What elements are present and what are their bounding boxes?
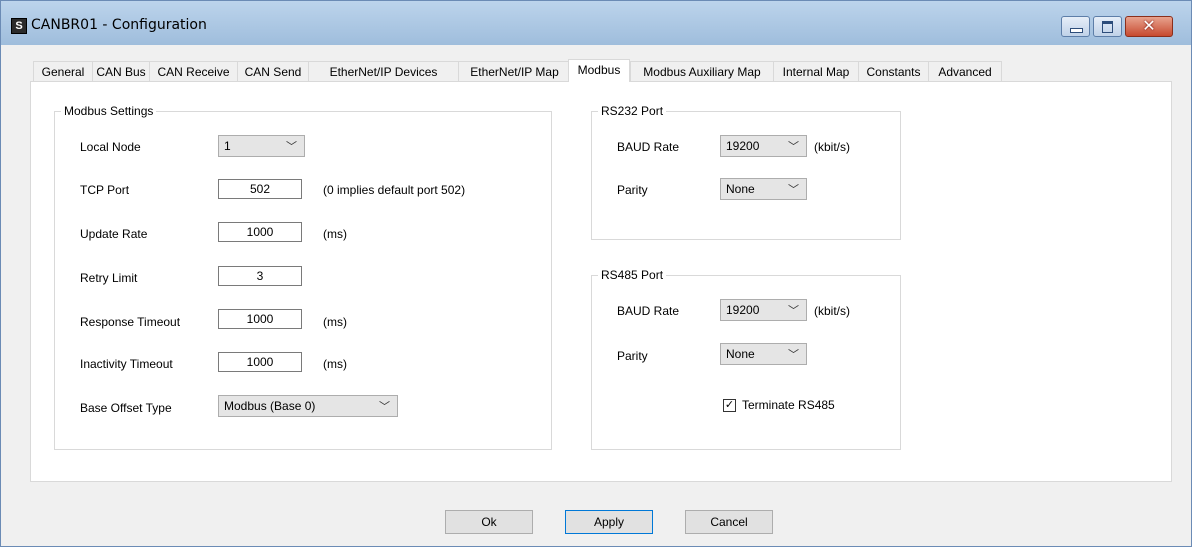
rs485-baud-select[interactable]: 19200 ﹀ xyxy=(720,299,807,321)
modbus-tab-panel: Modbus Settings Local Node 1 ﹀ TCP Port … xyxy=(30,81,1172,482)
maximize-icon xyxy=(1102,21,1113,33)
tab-can-send[interactable]: CAN Send xyxy=(237,61,309,81)
tab-general[interactable]: General xyxy=(33,61,93,81)
modbus-settings-title: Modbus Settings xyxy=(61,104,157,118)
rs232-port-title: RS232 Port xyxy=(598,104,667,118)
retry-limit-label: Retry Limit xyxy=(80,271,138,285)
update-rate-input[interactable]: 1000 xyxy=(218,222,302,242)
terminate-rs485-checkbox[interactable]: ✓ xyxy=(723,399,736,412)
local-node-select[interactable]: 1 ﹀ xyxy=(218,135,305,157)
rs485-baud-unit: (kbit/s) xyxy=(814,304,850,318)
apply-button[interactable]: Apply xyxy=(565,510,653,534)
tab-constants[interactable]: Constants xyxy=(858,61,929,81)
chevron-down-icon: ﹀ xyxy=(788,305,799,317)
tab-advanced[interactable]: Advanced xyxy=(928,61,1002,81)
window-title: CANBR01 - Configuration xyxy=(31,17,207,33)
tab-ethernet-ip-devices[interactable]: EtherNet/IP Devices xyxy=(308,61,459,81)
rs232-baud-select[interactable]: 19200 ﹀ xyxy=(720,135,807,157)
rs485-parity-select[interactable]: None ﹀ xyxy=(720,343,807,365)
tab-internal-map[interactable]: Internal Map xyxy=(773,61,859,81)
base-offset-type-label: Base Offset Type xyxy=(80,401,172,415)
tab-can-receive[interactable]: CAN Receive xyxy=(149,61,238,81)
rs232-parity-label: Parity xyxy=(617,183,648,197)
update-rate-label: Update Rate xyxy=(80,227,148,241)
chevron-down-icon: ﹀ xyxy=(286,141,297,153)
rs232-baud-value: 19200 xyxy=(726,139,760,153)
tab-modbus[interactable]: Modbus xyxy=(568,59,630,82)
rs485-baud-value: 19200 xyxy=(726,303,760,317)
inactivity-timeout-unit: (ms) xyxy=(323,357,347,371)
tcp-port-hint: (0 implies default port 502) xyxy=(323,183,466,197)
response-timeout-label: Response Timeout xyxy=(80,315,181,329)
rs232-port-group: RS232 Port BAUD Rate 19200 ﹀ (kbit/s) Pa… xyxy=(591,104,901,240)
rs485-port-title: RS485 Port xyxy=(598,268,667,282)
update-rate-unit: (ms) xyxy=(323,227,347,241)
rs232-baud-unit: (kbit/s) xyxy=(814,140,850,154)
app-icon: S xyxy=(11,18,27,34)
tcp-port-label: TCP Port xyxy=(80,183,130,197)
chevron-down-icon: ﹀ xyxy=(788,141,799,153)
rs485-baud-label: BAUD Rate xyxy=(617,304,680,318)
base-offset-type-value: Modbus (Base 0) xyxy=(224,399,316,413)
configuration-window: S CANBR01 - Configuration ✕ General CAN … xyxy=(0,0,1192,547)
rs485-port-group: RS485 Port BAUD Rate 19200 ﹀ (kbit/s) Pa… xyxy=(591,268,901,450)
rs485-parity-label: Parity xyxy=(617,349,648,363)
tab-modbus-auxiliary-map[interactable]: Modbus Auxiliary Map xyxy=(630,61,774,81)
retry-limit-input[interactable]: 3 xyxy=(218,266,302,286)
response-timeout-input[interactable]: 1000 xyxy=(218,309,302,329)
maximize-button[interactable] xyxy=(1093,16,1122,37)
ok-button[interactable]: Ok xyxy=(445,510,533,534)
tab-ethernet-ip-map[interactable]: EtherNet/IP Map xyxy=(458,61,571,81)
tcp-port-input[interactable]: 502 xyxy=(218,179,302,199)
chevron-down-icon: ﹀ xyxy=(788,184,799,196)
rs232-parity-value: None xyxy=(726,182,755,196)
modbus-settings-group: Modbus Settings Local Node 1 ﹀ TCP Port … xyxy=(54,104,552,450)
rs232-parity-select[interactable]: None ﹀ xyxy=(720,178,807,200)
chevron-down-icon: ﹀ xyxy=(788,349,799,361)
rs485-parity-value: None xyxy=(726,347,755,361)
tab-can-bus[interactable]: CAN Bus xyxy=(92,61,150,81)
local-node-value: 1 xyxy=(224,139,231,153)
local-node-label: Local Node xyxy=(80,140,141,154)
title-bar[interactable]: S CANBR01 - Configuration ✕ xyxy=(1,1,1191,45)
close-button[interactable]: ✕ xyxy=(1125,16,1173,37)
rs232-baud-label: BAUD Rate xyxy=(617,140,680,154)
minimize-icon xyxy=(1070,28,1083,33)
tab-strip: General CAN Bus CAN Receive CAN Send Eth… xyxy=(30,59,1170,82)
minimize-button[interactable] xyxy=(1061,16,1090,37)
close-icon: ✕ xyxy=(1142,18,1156,35)
response-timeout-unit: (ms) xyxy=(323,315,347,329)
inactivity-timeout-input[interactable]: 1000 xyxy=(218,352,302,372)
terminate-rs485-label[interactable]: Terminate RS485 xyxy=(742,398,835,412)
cancel-button[interactable]: Cancel xyxy=(685,510,773,534)
base-offset-type-select[interactable]: Modbus (Base 0) ﹀ xyxy=(218,395,398,417)
chevron-down-icon: ﹀ xyxy=(379,401,390,413)
inactivity-timeout-label: Inactivity Timeout xyxy=(80,357,173,371)
